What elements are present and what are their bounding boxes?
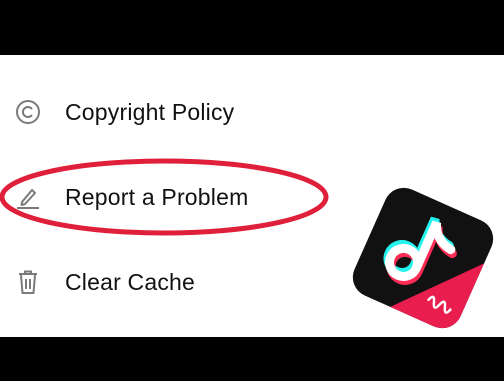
menu-item-label: Copyright Policy	[65, 98, 235, 125]
menu-item-copyright-policy[interactable]: Copyright Policy	[0, 82, 380, 142]
menu-item-label: Report a Problem	[65, 183, 249, 210]
pencil-icon	[14, 183, 42, 211]
menu-item-clear-cache[interactable]: Clear Cache	[0, 252, 380, 312]
settings-menu: Copyright Policy Report a Problem Clear …	[0, 55, 504, 337]
menu-item-report-a-problem[interactable]: Report a Problem	[0, 167, 380, 227]
trash-icon	[14, 268, 42, 296]
top-black-bar	[0, 0, 504, 55]
tiktok-logo	[352, 187, 494, 329]
bottom-black-bar	[0, 337, 504, 381]
copyright-icon	[14, 98, 42, 126]
menu-item-label: Clear Cache	[65, 268, 196, 295]
